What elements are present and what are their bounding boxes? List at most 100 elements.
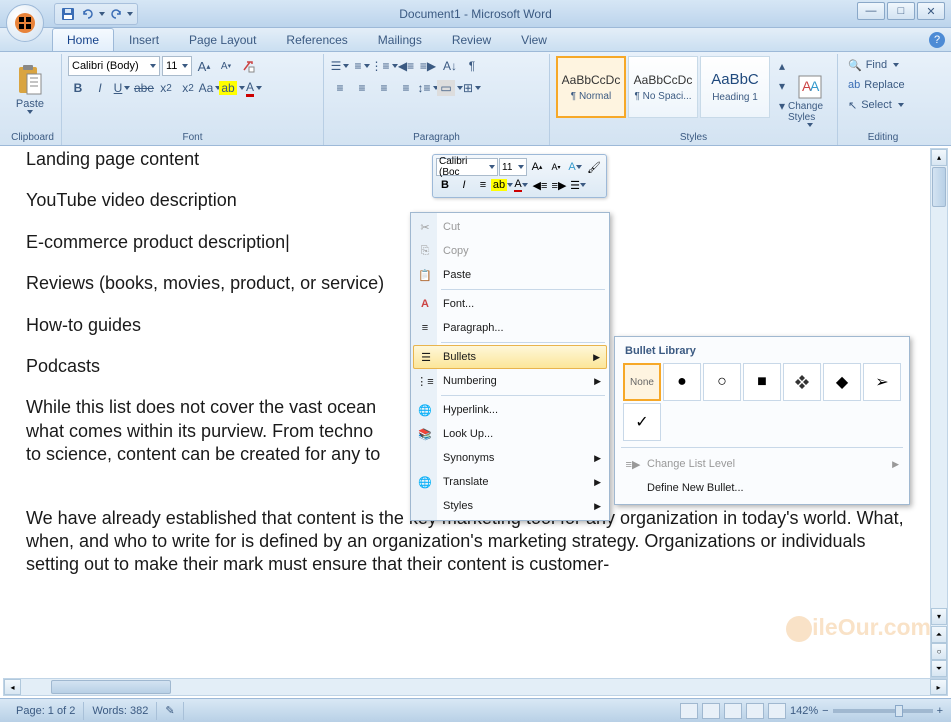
mini-styles-icon[interactable]: A	[566, 158, 584, 176]
shading-icon[interactable]: ▭	[440, 78, 460, 98]
view-print-layout-icon[interactable]	[680, 703, 698, 719]
style-normal[interactable]: AaBbCcDc ¶ Normal	[556, 56, 626, 118]
tab-home[interactable]: Home	[52, 28, 114, 51]
tab-view[interactable]: View	[506, 28, 562, 51]
prev-page-icon[interactable]: ⏶	[931, 626, 947, 643]
tab-mailings[interactable]: Mailings	[363, 28, 437, 51]
zoom-thumb[interactable]	[895, 705, 903, 717]
mini-dec-indent-icon[interactable]: ◀≡	[531, 176, 549, 194]
ctx-font[interactable]: AFont...	[413, 292, 607, 316]
close-button[interactable]: ✕	[917, 2, 945, 20]
view-draft-icon[interactable]	[768, 703, 786, 719]
style-no-spacing[interactable]: AaBbCcDc ¶ No Spaci...	[628, 56, 698, 118]
mini-font-color-icon[interactable]: A	[512, 176, 530, 194]
bullet-arrow[interactable]: ➢	[863, 363, 901, 401]
replace-button[interactable]: abReplace	[844, 76, 922, 94]
bullet-square[interactable]: ■	[743, 363, 781, 401]
font-size-combo[interactable]: 11	[162, 56, 192, 76]
bullet-circle[interactable]: ○	[703, 363, 741, 401]
ctx-paste[interactable]: 📋Paste	[413, 263, 607, 287]
mini-center-icon[interactable]: ≡	[474, 176, 492, 194]
select-button[interactable]: ↖Select	[844, 96, 922, 114]
tab-page-layout[interactable]: Page Layout	[174, 28, 271, 51]
qat-customize-icon[interactable]	[127, 12, 133, 16]
status-words[interactable]: Words: 382	[84, 702, 157, 720]
tab-references[interactable]: References	[271, 28, 362, 51]
ctx-paragraph[interactable]: ≡Paragraph...	[413, 316, 607, 340]
minimize-button[interactable]: —	[857, 2, 885, 20]
zoom-level[interactable]: 142%	[790, 705, 818, 717]
ctx-cut[interactable]: ✂Cut	[413, 215, 607, 239]
bullets-icon[interactable]: ☰	[330, 56, 350, 76]
vertical-scrollbar[interactable]: ▴ ▾ ⏶ ○ ⏷	[930, 148, 948, 678]
view-web-icon[interactable]	[724, 703, 742, 719]
align-left-icon[interactable]: ≡	[330, 78, 350, 98]
highlight-icon[interactable]: ab	[222, 78, 242, 98]
undo-dropdown-icon[interactable]	[99, 12, 105, 16]
scroll-up-icon[interactable]: ▴	[931, 149, 947, 166]
line-spacing-icon[interactable]: ↕≡	[418, 78, 438, 98]
numbering-icon[interactable]: ≡	[352, 56, 372, 76]
ctx-translate[interactable]: 🌐Translate▶	[413, 470, 607, 494]
zoom-out-icon[interactable]: −	[822, 705, 828, 717]
bullet-none[interactable]: None	[623, 363, 661, 401]
paste-button[interactable]: Paste	[10, 56, 50, 122]
ctx-numbering[interactable]: ⋮≡Numbering▶	[413, 369, 607, 393]
font-family-combo[interactable]: Calibri (Body)	[68, 56, 160, 76]
increase-indent-icon[interactable]: ≡▶	[418, 56, 438, 76]
ctx-lookup[interactable]: 📚Look Up...	[413, 422, 607, 446]
office-button[interactable]	[6, 4, 44, 42]
bullet-diamond[interactable]: ◆	[823, 363, 861, 401]
font-color-icon[interactable]: A	[244, 78, 264, 98]
help-icon[interactable]: ?	[929, 32, 945, 48]
shrink-font-icon[interactable]: A▾	[216, 56, 236, 76]
change-case-icon[interactable]: Aa	[200, 78, 220, 98]
clear-format-icon[interactable]	[238, 56, 258, 76]
mini-bold-icon[interactable]: B	[436, 176, 454, 194]
bullet-check[interactable]: ✓	[623, 403, 661, 441]
ctx-styles[interactable]: Styles▶	[413, 494, 607, 518]
view-fullscreen-icon[interactable]	[702, 703, 720, 719]
decrease-indent-icon[interactable]: ◀≡	[396, 56, 416, 76]
mini-grow-icon[interactable]: A▴	[528, 158, 546, 176]
define-new-bullet[interactable]: Define New Bullet...	[619, 476, 905, 500]
change-styles-button[interactable]: AA Change Styles	[788, 56, 831, 143]
status-proofing-icon[interactable]: ✎	[157, 702, 183, 720]
change-list-level[interactable]: ≡▶Change List Level▶	[619, 452, 905, 476]
mini-inc-indent-icon[interactable]: ≡▶	[550, 176, 568, 194]
underline-icon[interactable]: U	[112, 78, 132, 98]
ctx-synonyms[interactable]: Synonyms▶	[413, 446, 607, 470]
find-button[interactable]: 🔍Find	[844, 56, 922, 74]
strikethrough-icon[interactable]: abe	[134, 78, 154, 98]
browse-object-icon[interactable]: ○	[931, 643, 947, 660]
sort-icon[interactable]: A↓	[440, 56, 460, 76]
justify-icon[interactable]: ≡	[396, 78, 416, 98]
hscroll-thumb[interactable]	[51, 680, 171, 694]
zoom-in-icon[interactable]: +	[937, 705, 943, 717]
ctx-copy[interactable]: ⎘Copy	[413, 239, 607, 263]
scroll-right-icon[interactable]: ▸	[930, 679, 947, 695]
undo-icon[interactable]	[79, 5, 97, 23]
bold-icon[interactable]: B	[68, 78, 88, 98]
show-marks-icon[interactable]: ¶	[462, 56, 482, 76]
bullet-4diamond[interactable]	[783, 363, 821, 401]
next-page-icon[interactable]: ⏷	[931, 660, 947, 677]
mini-highlight-icon[interactable]: ab	[493, 176, 511, 194]
mini-size-combo[interactable]: 11	[499, 158, 527, 176]
zoom-slider[interactable]	[833, 709, 933, 713]
tab-insert[interactable]: Insert	[114, 28, 174, 51]
ctx-hyperlink[interactable]: 🌐Hyperlink...	[413, 398, 607, 422]
tab-review[interactable]: Review	[437, 28, 506, 51]
status-page[interactable]: Page: 1 of 2	[8, 702, 84, 720]
subscript-icon[interactable]: x2	[156, 78, 176, 98]
align-right-icon[interactable]: ≡	[374, 78, 394, 98]
horizontal-scrollbar[interactable]: ◂ ▸	[3, 678, 948, 696]
scroll-left-icon[interactable]: ◂	[4, 679, 21, 695]
superscript-icon[interactable]: x2	[178, 78, 198, 98]
style-heading1[interactable]: AaBbC Heading 1	[700, 56, 770, 118]
redo-icon[interactable]	[107, 5, 125, 23]
bullet-disc[interactable]: ●	[663, 363, 701, 401]
mini-italic-icon[interactable]: I	[455, 176, 473, 194]
view-outline-icon[interactable]	[746, 703, 764, 719]
borders-icon[interactable]: ⊞	[462, 78, 482, 98]
